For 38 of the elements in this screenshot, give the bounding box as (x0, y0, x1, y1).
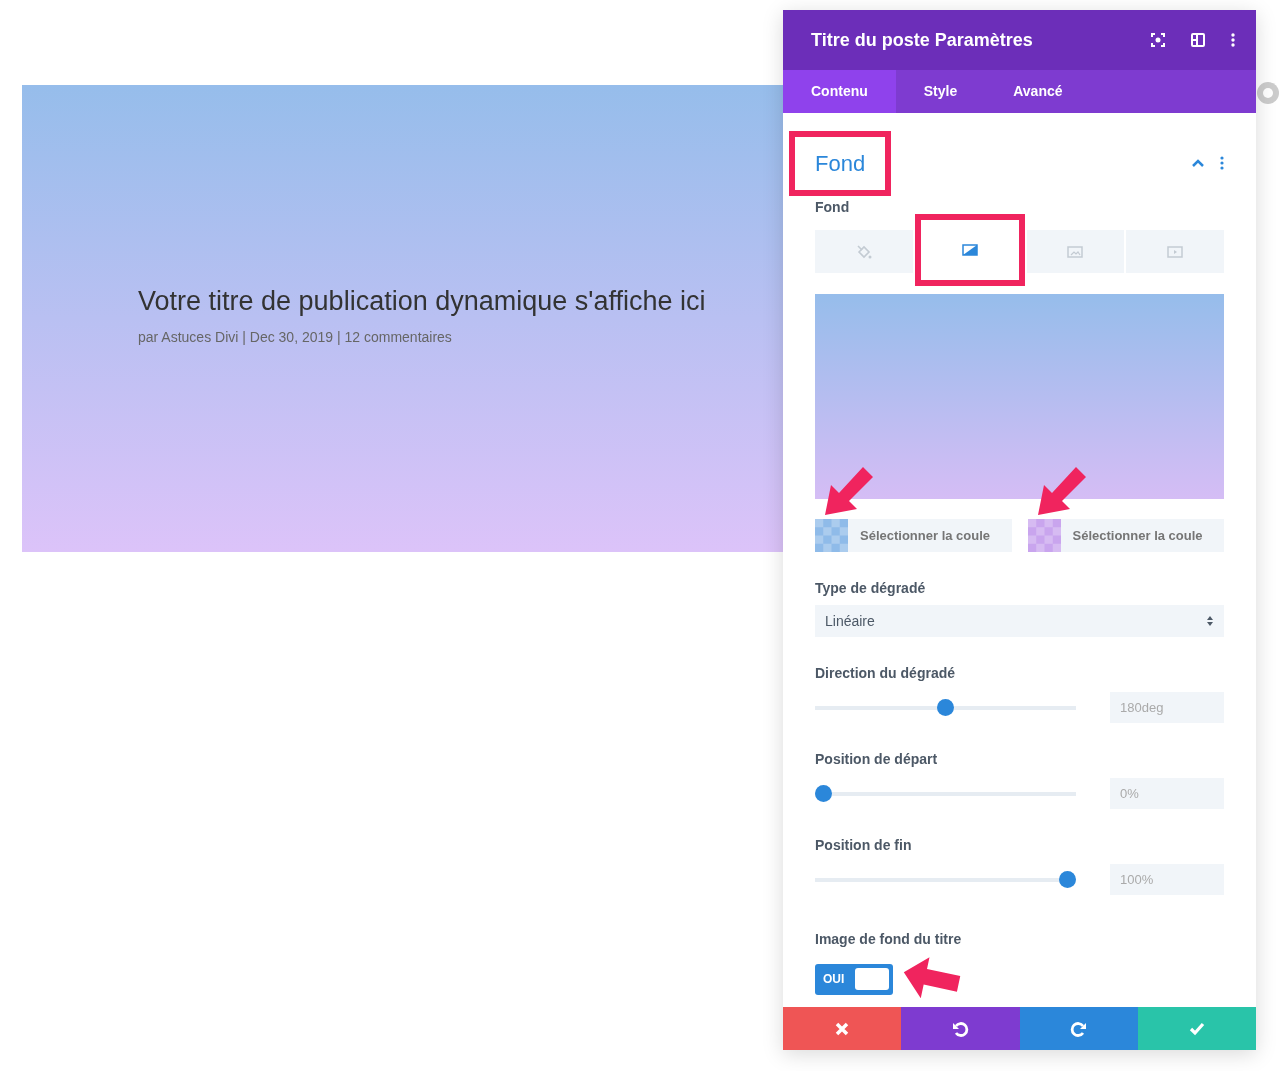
undo-icon (951, 1019, 970, 1038)
section-title[interactable]: Fond (815, 150, 866, 176)
value-field[interactable]: 180deg (1110, 692, 1224, 723)
redo-button[interactable] (1019, 1007, 1138, 1050)
layout-icon[interactable] (1190, 32, 1206, 48)
slider-thumb[interactable] (815, 785, 832, 802)
panel-tab[interactable]: Style (895, 70, 986, 113)
redo-icon (1069, 1019, 1088, 1038)
post-meta: par Astuces Divi | Dec 30, 2019 | 12 commentaires (138, 328, 453, 348)
post-title: Votre titre de publication dynamique s'affiche ici (138, 285, 707, 318)
color-input[interactable]: Sélectionner la coule (1060, 519, 1224, 552)
color-swatch[interactable] (1027, 519, 1061, 552)
more-icon[interactable] (1220, 156, 1224, 170)
field-label: Type de dégradé (815, 579, 927, 598)
value-field[interactable]: 100% (1110, 864, 1224, 895)
gradient-type-select[interactable]: Linéaire (815, 605, 1224, 637)
field-label: Position de fin (815, 836, 913, 855)
field-label: Fond (815, 198, 851, 217)
color-swatch[interactable] (815, 519, 848, 552)
panel-tab[interactable]: Avancé (985, 70, 1091, 113)
value-field[interactable]: 0% (1110, 778, 1224, 809)
undo-button[interactable] (901, 1007, 1020, 1050)
background-type-tab[interactable] (914, 214, 1025, 286)
slider-thumb[interactable] (1059, 871, 1076, 888)
color-input[interactable]: Sélectionner la coule (848, 519, 1012, 552)
panel-tab[interactable]: Contenu (783, 70, 896, 113)
sort-icon (1206, 615, 1214, 627)
more-icon[interactable] (1230, 32, 1236, 48)
slider-thumb[interactable] (937, 699, 954, 716)
chevron-icon[interactable] (1192, 159, 1204, 167)
toggle-switch[interactable]: OUI (815, 963, 893, 995)
panel-title: Titre du poste Paramètres (811, 28, 1034, 52)
paint-bucket-icon (854, 242, 873, 261)
field-label: Position de départ (815, 750, 939, 769)
field-label: Direction du dégradé (815, 664, 957, 683)
focus-icon[interactable] (1150, 32, 1166, 48)
gradient-icon (960, 241, 979, 259)
field-label: Image de fond du titre (815, 930, 963, 949)
